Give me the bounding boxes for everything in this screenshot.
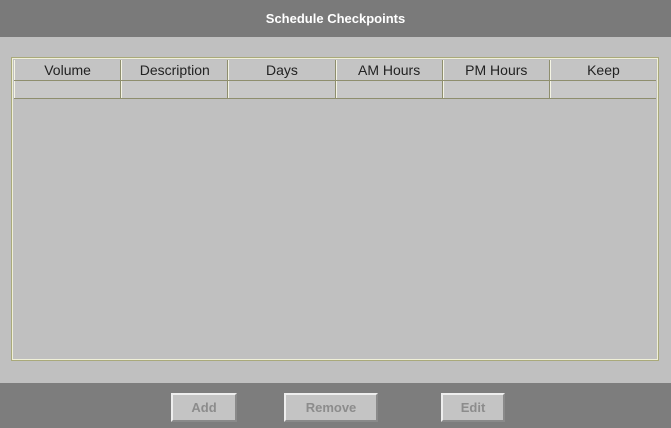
remove-button[interactable]: Remove [284,393,378,422]
column-header-description[interactable]: Description [121,60,229,80]
column-header-volume[interactable]: Volume [14,60,122,80]
column-header-days[interactable]: Days [228,60,336,80]
table-cell-days[interactable] [228,81,336,98]
table-header-row: Volume Description Days AM Hours PM Hour… [14,60,657,81]
dialog-title: Schedule Checkpoints [0,0,671,37]
table-inner: Volume Description Days AM Hours PM Hour… [14,60,657,358]
column-header-am-hours[interactable]: AM Hours [335,60,443,80]
edit-button[interactable]: Edit [441,393,505,422]
button-bar: Add Remove Edit [0,383,671,428]
table-cell-volume[interactable] [14,81,122,98]
table-cell-am-hours[interactable] [335,81,443,98]
table-cell-pm-hours[interactable] [442,81,550,98]
add-button[interactable]: Add [171,393,237,422]
schedule-checkpoints-dialog: Schedule Checkpoints Volume Description … [0,0,671,428]
table-row[interactable] [14,81,657,99]
column-header-keep[interactable]: Keep [549,60,657,80]
checkpoints-table: Volume Description Days AM Hours PM Hour… [11,57,659,361]
column-header-pm-hours[interactable]: PM Hours [442,60,550,80]
table-cell-description[interactable] [121,81,229,98]
table-cell-keep[interactable] [549,81,657,98]
